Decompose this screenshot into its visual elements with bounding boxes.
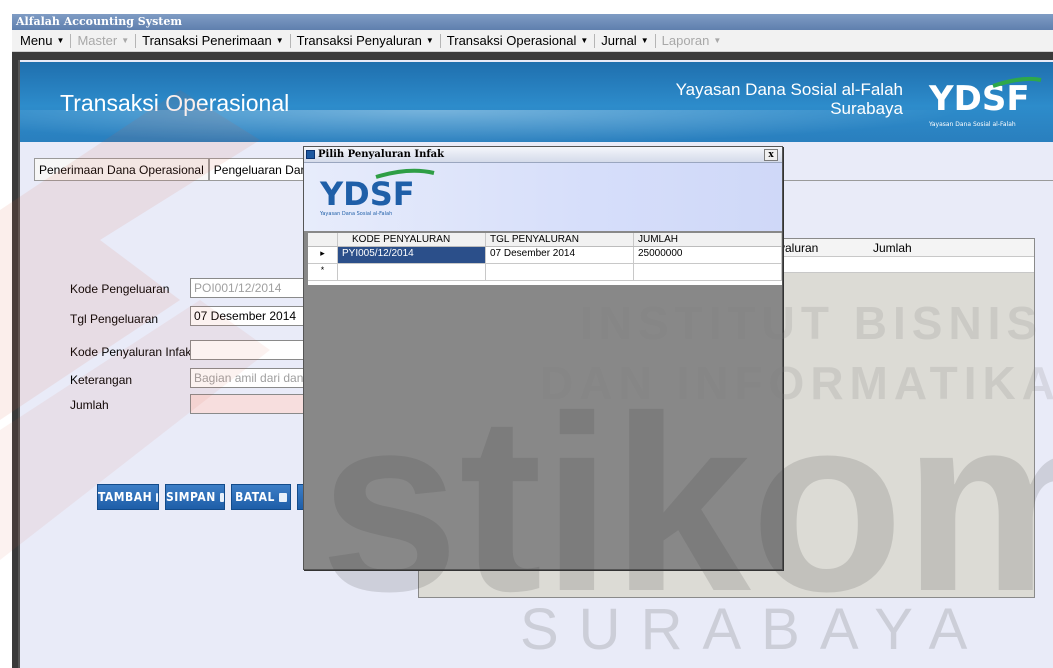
row-indicator-icon: ▸ xyxy=(308,247,338,263)
chevron-down-icon: ▼ xyxy=(580,36,589,45)
col-kode-penyaluran: KODE PENYALURAN xyxy=(338,233,486,246)
menu-separator xyxy=(289,33,291,48)
menu-transaksi-penerimaan[interactable]: Transaksi Penerimaan ▼ xyxy=(138,33,288,48)
cell-jumlah[interactable]: 25000000 xyxy=(634,247,782,263)
menu-separator xyxy=(70,33,72,48)
kode-penyaluran-field[interactable] xyxy=(190,340,310,360)
penyaluran-grid[interactable]: KODE PENYALURAN TGL PENYALURAN JUMLAH ▸ … xyxy=(308,233,782,285)
dialog-header: YDSF Yayasan Dana Sosial al-Falah xyxy=(304,163,782,231)
menu-master: Master ▼ xyxy=(77,33,130,48)
keterangan-field[interactable]: Bagian amil dari dana i xyxy=(190,368,310,388)
chevron-down-icon: ▼ xyxy=(640,36,649,45)
ydsf-logo: YDSF Yayasan Dana Sosial al-Falah xyxy=(319,168,435,217)
window-titlebar: Alfalah Accounting System xyxy=(12,14,1053,30)
pilih-penyaluran-dialog: Pilih Penyaluran Infak x YDSF Yayasan Da… xyxy=(303,146,783,570)
menu-laporan: Laporan ▼ xyxy=(661,33,722,48)
jumlah-field[interactable] xyxy=(190,394,310,414)
menu-transaksi-operasional[interactable]: Transaksi Operasional ▼ xyxy=(443,33,593,48)
page-title: Transaksi Operasional xyxy=(60,90,290,116)
tgl-pengeluaran-label: Tgl Pengeluaran xyxy=(70,312,159,326)
save-icon xyxy=(219,492,224,502)
col-jumlah: JUMLAH xyxy=(634,233,782,246)
kode-penyaluran-label: Kode Penyaluran Infak xyxy=(70,345,192,359)
new-row-icon: * xyxy=(308,264,338,280)
window-icon xyxy=(306,150,315,159)
chevron-down-icon: ▼ xyxy=(425,36,434,45)
organization-name: Yayasan Dana Sosial al-Falah Surabaya xyxy=(675,80,903,118)
cell-kode-new[interactable] xyxy=(338,264,486,280)
svg-text:Yayasan Dana Sosial al-Falah: Yayasan Dana Sosial al-Falah xyxy=(928,121,1016,128)
batal-button[interactable]: BATAL xyxy=(231,484,291,510)
ydsf-logo: YDSF Yayasan Dana Sosial al-Falah xyxy=(923,72,1043,132)
col-tgl-penyaluran: TGL PENYALURAN xyxy=(486,233,634,246)
menu-separator xyxy=(594,33,596,48)
tab-penerimaan[interactable]: Penerimaan Dana Operasional xyxy=(34,158,209,181)
new-row[interactable]: * xyxy=(308,264,782,281)
keterangan-label: Keterangan xyxy=(70,373,133,387)
cell-tgl[interactable]: 07 Desember 2014 xyxy=(486,247,634,263)
menu-separator xyxy=(135,33,137,48)
tambah-button[interactable]: TAMBAH xyxy=(97,484,159,510)
menu-separator xyxy=(654,33,656,48)
cell-tgl-new[interactable] xyxy=(486,264,634,280)
svg-text:Yayasan Dana Sosial al-Falah: Yayasan Dana Sosial al-Falah xyxy=(319,211,392,217)
menubar: Menu ▼ Master ▼ Transaksi Penerimaan ▼ Tran… xyxy=(12,30,1053,52)
tgl-pengeluaran-field[interactable]: 07 Desember 2014 xyxy=(190,306,310,326)
cancel-icon xyxy=(278,492,287,502)
chevron-down-icon: ▼ xyxy=(121,36,130,45)
add-icon xyxy=(156,492,158,502)
menu-transaksi-penyaluran[interactable]: Transaksi Penyaluran ▼ xyxy=(293,33,438,48)
svg-text:YDSF: YDSF xyxy=(319,175,415,213)
chevron-down-icon: ▼ xyxy=(275,36,284,45)
grid-header: KODE PENYALURAN TGL PENYALURAN JUMLAH xyxy=(308,233,782,247)
cell-jumlah-new[interactable] xyxy=(634,264,782,280)
svg-text:YDSF: YDSF xyxy=(928,79,1030,119)
dialog-titlebar: Pilih Penyaluran Infak x xyxy=(304,147,782,163)
table-row[interactable]: ▸ PYI005/12/2014 07 Desember 2014 250000… xyxy=(308,247,782,264)
cell-kode[interactable]: PYI005/12/2014 xyxy=(338,247,486,263)
menu-menu[interactable]: Menu ▼ xyxy=(16,33,68,48)
menu-separator xyxy=(439,33,441,48)
menu-jurnal[interactable]: Jurnal ▼ xyxy=(597,33,652,48)
kode-pengeluaran-label: Kode Pengeluaran xyxy=(70,282,170,296)
header-banner: Transaksi Operasional Yayasan Dana Sosia… xyxy=(20,62,1053,142)
row-header-corner xyxy=(308,233,338,246)
grid-col-jumlah: Jumlah xyxy=(873,241,912,255)
simpan-button[interactable]: SIMPAN xyxy=(165,484,225,510)
close-icon[interactable]: x xyxy=(764,149,778,161)
grid-col-penyaluran: yaluran xyxy=(779,241,819,255)
tab-strip: Penerimaan Dana Operasional Pengeluaran … xyxy=(34,158,345,181)
kode-pengeluaran-field[interactable]: POI001/12/2014 xyxy=(190,278,310,298)
chevron-down-icon: ▼ xyxy=(56,36,65,45)
chevron-down-icon: ▼ xyxy=(713,36,722,45)
app-screen: Alfalah Accounting System Menu ▼ Master ▼ … xyxy=(0,0,1053,668)
jumlah-label: Jumlah xyxy=(70,398,109,412)
